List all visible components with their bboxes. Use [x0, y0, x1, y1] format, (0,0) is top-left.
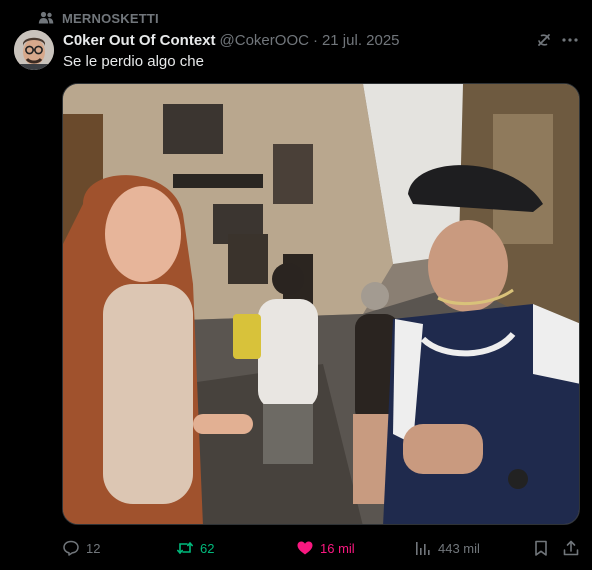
bookmark-button[interactable]: [532, 538, 550, 558]
author-display-name[interactable]: C0ker Out Of Context: [63, 32, 216, 49]
repost-icon: [177, 542, 193, 554]
avatar[interactable]: [14, 30, 54, 70]
heart-icon: [297, 541, 313, 555]
views-count: 443 mil: [438, 540, 480, 556]
bookmark-icon: [535, 540, 547, 556]
repost-button[interactable]: 62: [176, 538, 214, 558]
reply-button[interactable]: 12: [62, 538, 100, 558]
grok-icon[interactable]: [535, 31, 553, 49]
separator-dot: ·: [312, 31, 318, 49]
reply-count: 12: [86, 540, 101, 556]
share-icon: [563, 540, 579, 556]
author-handle[interactable]: @CokerOOC: [220, 32, 309, 49]
tweet-actions: 12 62 16 mil 443 mil: [62, 538, 582, 558]
views-icon: [416, 542, 430, 555]
more-options-icon[interactable]: [561, 31, 579, 49]
views-button[interactable]: 443 mil: [414, 538, 480, 558]
tweet-header: C0ker Out Of Context @CokerOOC · 21 jul.…: [63, 30, 400, 50]
reply-icon: [63, 540, 79, 556]
people-icon: [38, 10, 54, 26]
tweet-timestamp[interactable]: 21 jul. 2025: [322, 32, 400, 49]
social-context: MERNOSKETTI: [38, 10, 159, 26]
like-button[interactable]: 16 mil: [296, 538, 355, 558]
like-count: 16 mil: [320, 540, 355, 556]
share-button[interactable]: [562, 538, 580, 558]
tweet-text: Se le perdio algo che: [63, 53, 204, 70]
social-context-text[interactable]: MERNOSKETTI: [62, 11, 159, 26]
tweet-card[interactable]: MERNOSKETTI C0ker Out Of Context @CokerO…: [0, 0, 592, 570]
repost-count: 62: [200, 540, 215, 556]
tweet-media-video[interactable]: [62, 83, 580, 525]
